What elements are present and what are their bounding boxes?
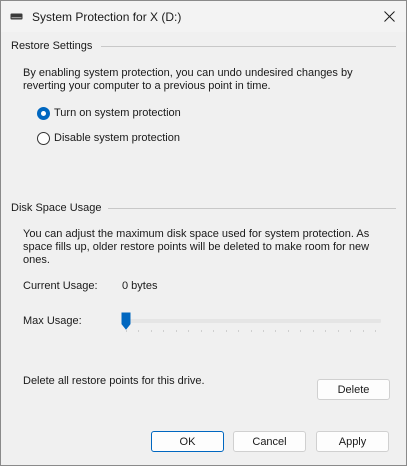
slider-tick (213, 330, 215, 332)
window-title: System Protection for X (D:) (32, 10, 182, 24)
slider-tick (350, 330, 352, 332)
restore-settings-heading: Restore Settings (11, 40, 99, 52)
slider-tick (262, 330, 264, 332)
drive-icon (10, 12, 23, 21)
slider-tick (163, 330, 165, 332)
slider-tick (138, 330, 140, 332)
close-icon (383, 11, 395, 22)
delete-description: Delete all restore points for this drive… (23, 375, 205, 387)
turn-on-protection-radio[interactable] (37, 106, 50, 120)
slider-tick (375, 330, 376, 332)
apply-button[interactable]: Apply (316, 431, 389, 452)
slider-tick (188, 330, 190, 332)
disk-space-divider (104, 208, 396, 209)
delete-button[interactable]: Delete (317, 379, 390, 400)
slider-tick (175, 330, 177, 332)
max-usage-slider-track[interactable] (122, 319, 381, 323)
max-usage-slider-thumb[interactable] (121, 312, 131, 330)
current-usage-value: 0 bytes (122, 280, 158, 292)
slider-tick (312, 330, 314, 332)
close-button[interactable] (372, 1, 406, 32)
slider-tick (362, 330, 364, 332)
max-usage-label: Max Usage: (23, 315, 82, 327)
slider-tick (200, 330, 202, 332)
slider-tick (150, 330, 152, 332)
disk-space-heading: Disk Space Usage (11, 202, 108, 214)
title-bar[interactable]: System Protection for X (D:) (1, 1, 406, 32)
ok-button[interactable]: OK (151, 431, 224, 452)
disable-protection-radio[interactable] (37, 131, 50, 145)
disk-space-description: You can adjust the maximum disk space us… (23, 228, 370, 266)
slider-tick (337, 330, 339, 332)
system-protection-dialog: System Protection for X (D:) Restore Set… (0, 0, 407, 466)
current-usage-label: Current Usage: (23, 280, 98, 292)
slider-tick (275, 330, 277, 332)
restore-settings-description: By enabling system protection, you can u… (23, 67, 353, 92)
slider-tick (126, 330, 127, 332)
cancel-button[interactable]: Cancel (233, 431, 306, 452)
slider-tick (250, 330, 252, 332)
disable-protection-label: Disable system protection (54, 132, 180, 144)
slider-tick (225, 330, 227, 332)
restore-settings-divider (101, 46, 396, 47)
turn-on-protection-option[interactable]: Turn on system protection (37, 105, 181, 121)
disable-protection-option[interactable]: Disable system protection (37, 130, 180, 146)
slider-tick (300, 330, 302, 332)
slider-tick (325, 330, 327, 332)
slider-tick (287, 330, 289, 332)
slider-tick (238, 330, 240, 332)
turn-on-protection-label: Turn on system protection (54, 107, 181, 119)
